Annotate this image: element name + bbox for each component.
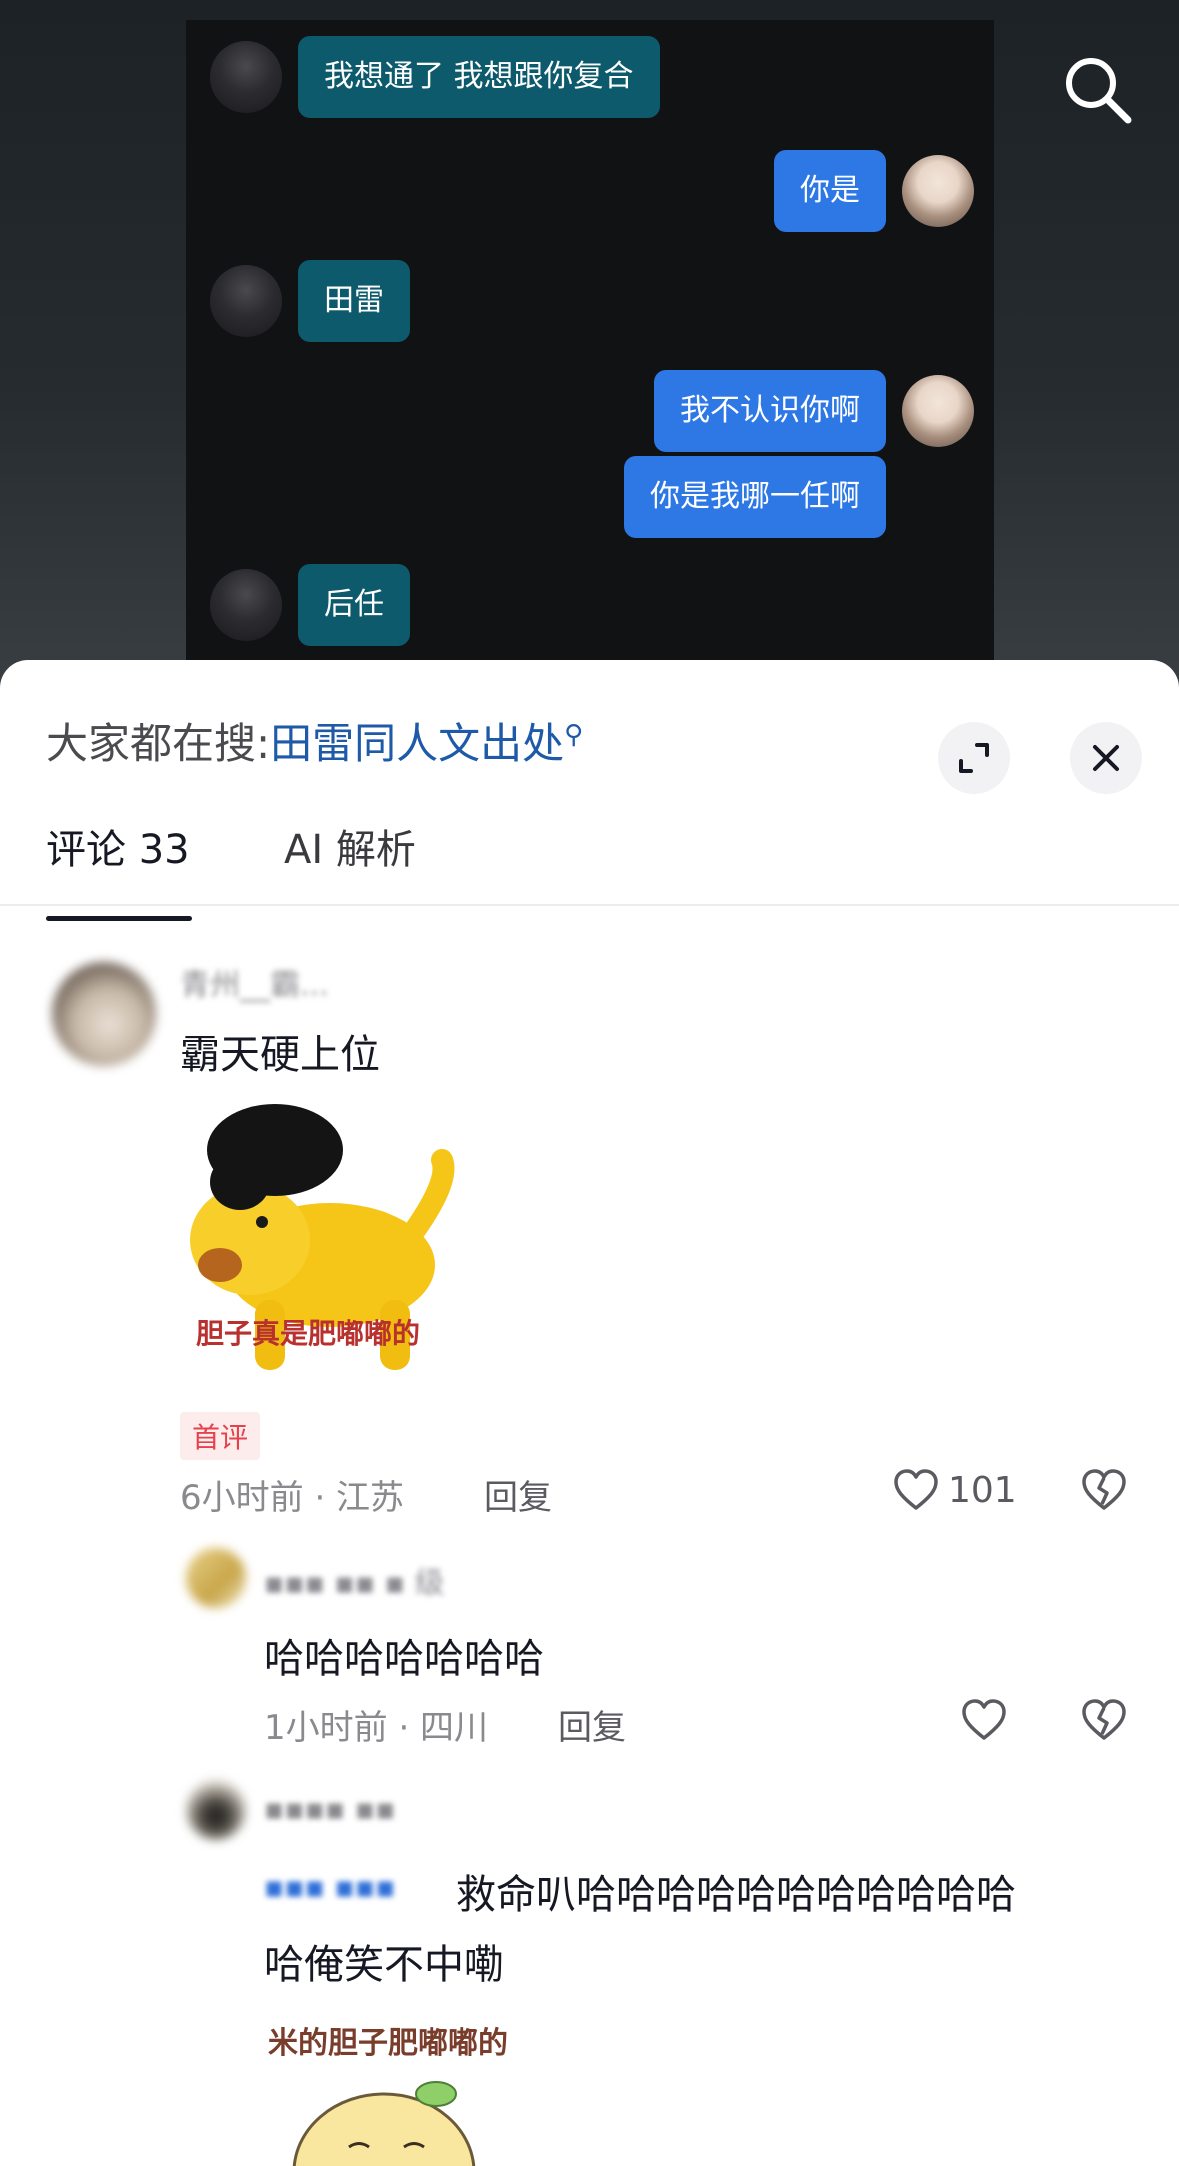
expand-icon [959,743,989,773]
hot-search-keyword[interactable]: 田雷同人文出处 [270,719,564,768]
tab-ai-analysis[interactable]: AI 解析 [284,820,416,904]
reply-time-location: 1小时前 · 四川 [264,1708,489,1748]
avatar [902,375,974,447]
chat-bubble: 你是 [774,150,886,232]
search-icon [1066,58,1132,124]
reply-text: 哈哈哈哈哈哈哈 [264,1636,544,1682]
hot-search-prefix: 大家都在搜: [46,719,271,768]
reply-sticker-image[interactable]: 米的胆子肥嘟嘟的 [264,2012,564,2166]
chat-screenshot: 我想通了 我想跟你复合 你是 田雷 我不认识你啊 你是我哪一任啊 后任 [186,20,994,680]
chat-bubble: 我不认识你啊 [654,370,886,452]
comment-text: 霸天硬上位 [180,1032,380,1078]
tab-comments[interactable]: 评论 33 [46,820,190,904]
close-icon [1093,745,1119,771]
search-icon: ⚲ [564,720,584,750]
chat-message-left: 田雷 [210,260,410,342]
chat-message-left: 我想通了 我想跟你复合 [210,36,660,118]
like-count: 101 [948,1469,1017,1511]
sticker-caption: 胆子真是肥嘟嘟的 [196,1317,421,1350]
reply-text: 救命叭哈哈哈哈哈哈哈哈哈哈哈 [456,1872,1016,1918]
broken-heart-icon[interactable] [1080,1696,1128,1744]
active-tab-indicator [46,916,192,921]
comment-sheet: 大家都在搜:田雷同人文出处⚲ 评论 33 AI 解析 青州__霸... 霸天硬上… [0,660,1179,2166]
chat-message-right: 你是我哪一任啊 [624,456,886,538]
close-button[interactable] [1070,722,1142,794]
avatar [210,569,282,641]
reply-username[interactable]: ▪▪▪▪ ▪▪ [264,1792,396,1827]
reply-button[interactable]: 回复 [558,1700,626,1749]
avatar[interactable] [186,1780,246,1840]
mention-user[interactable]: ▪▪▪ ▪▪▪ [264,1870,396,1905]
heart-icon [894,1469,938,1510]
chat-message-right: 你是 [774,150,974,232]
chat-bubble: 田雷 [298,260,410,342]
avatar [902,155,974,227]
avatar[interactable] [186,1548,246,1608]
avatar[interactable] [52,962,156,1066]
first-comment-badge: 首评 [180,1412,261,1460]
chat-message-left: 后任 [210,564,410,646]
search-button[interactable] [1060,52,1136,128]
comment-time-location: 6小时前 · 江苏 [180,1478,405,1518]
comment-username[interactable]: 青州__霸... [180,960,329,1004]
chat-bubble: 后任 [298,564,410,646]
chat-bubble: 我想通了 我想跟你复合 [298,36,660,118]
like-button[interactable]: 101 [892,1466,1017,1514]
expand-button[interactable] [938,722,1010,794]
chat-message-right: 我不认识你啊 [654,370,974,452]
reply-text: 哈俺笑不中嘞 [264,1942,504,1988]
comment-tabs: 评论 33 AI 解析 [0,820,1179,906]
broken-heart-icon[interactable] [1080,1466,1128,1514]
comment-sticker-image[interactable]: 胆子真是肥嘟嘟的 [180,1090,480,1396]
chat-bubble: 你是我哪一任啊 [624,456,886,538]
lemon-character-sticker [292,2081,476,2166]
avatar [210,265,282,337]
reply-button[interactable]: 回复 [484,1470,552,1519]
reply-username[interactable]: ▪▪▪ ▪▪ ▪ 级 [264,1558,445,1602]
heart-icon[interactable] [960,1696,1008,1744]
video-player[interactable]: 我想通了 我想跟你复合 你是 田雷 我不认识你啊 你是我哪一任啊 后任 [0,0,1179,700]
hot-search-bar[interactable]: 大家都在搜:田雷同人文出处⚲ [46,710,583,771]
avatar [210,41,282,113]
